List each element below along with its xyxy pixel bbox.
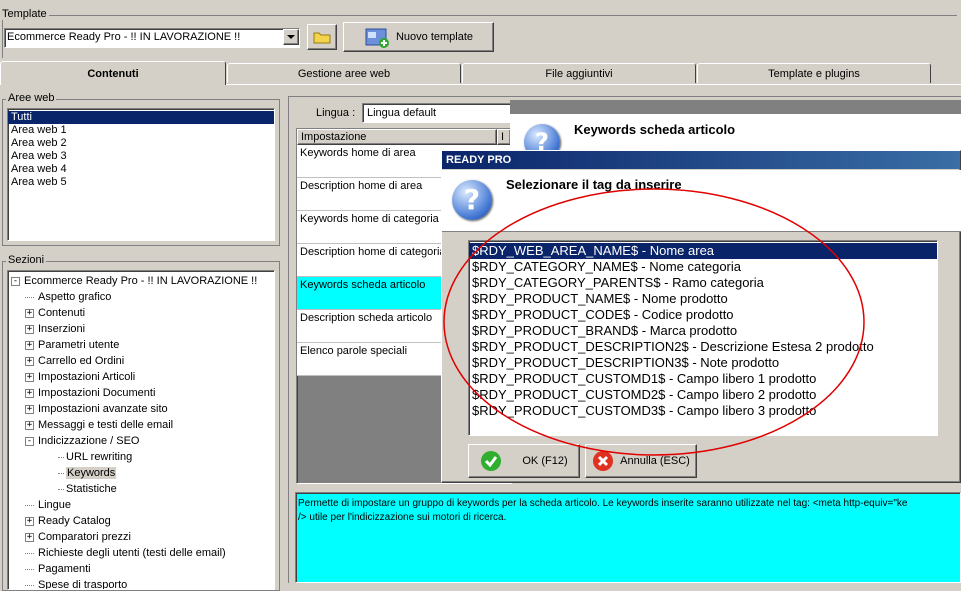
expand-icon[interactable]: + xyxy=(25,404,34,414)
aree-web-group: Aree web Tutti Area web 1 Area web 2 Are… xyxy=(2,92,280,246)
tree-item[interactable]: - Indicizzazione / SEO xyxy=(25,433,140,449)
annotation-ellipse xyxy=(443,188,865,456)
tree-item-label: Inserzioni xyxy=(38,323,86,335)
sezioni-group: Sezioni - Ecommerce Ready Pro - !! IN LAV… xyxy=(2,254,280,591)
expand-icon[interactable]: + xyxy=(25,340,34,350)
tree-item[interactable]: + Impostazioni Documenti xyxy=(25,385,155,401)
aree-web-list[interactable]: Tutti Area web 1 Area web 2 Area web 3 A… xyxy=(7,108,275,241)
tree-root[interactable]: - Ecommerce Ready Pro - !! IN LAVORAZIONE… xyxy=(11,273,257,289)
tree-connector xyxy=(25,568,34,570)
tree-item-label: Indicizzazione / SEO xyxy=(38,435,140,447)
description-text-2: /> utile per l'indicizzazione sui motori… xyxy=(298,512,507,523)
chevron-down-icon[interactable] xyxy=(283,29,299,45)
tree-item[interactable]: + Inserzioni xyxy=(25,321,85,337)
new-template-label: Nuovo template xyxy=(395,31,474,43)
tree-item-label: Richieste degli utenti (testi delle emai… xyxy=(38,547,226,559)
new-template-icon xyxy=(365,28,389,48)
expand-icon[interactable]: + xyxy=(25,324,34,334)
tree-connector xyxy=(58,488,64,490)
tree-item[interactable]: + Impostazioni avanzate sito xyxy=(25,401,168,417)
tree-item-label: Aspetto grafico xyxy=(38,291,112,303)
tree-item-label: Pagamenti xyxy=(38,563,91,575)
tree-item[interactable]: Pagamenti xyxy=(25,561,91,577)
tab-file-aggiuntivi[interactable]: File aggiuntivi xyxy=(462,63,696,83)
list-item[interactable]: Area web 3 xyxy=(8,150,274,163)
tab-template-e-plugins[interactable]: Template e plugins xyxy=(697,63,931,83)
expand-icon[interactable]: + xyxy=(25,516,34,526)
tree-item[interactable]: + Parametri utente xyxy=(25,337,119,353)
folder-icon xyxy=(313,32,331,44)
tab-contenuti[interactable]: Contenuti xyxy=(0,61,226,85)
new-template-button[interactable]: Nuovo template xyxy=(343,22,494,52)
grid-header: Impostazione xyxy=(297,129,497,145)
expand-icon[interactable]: + xyxy=(25,372,34,382)
tree-item[interactable]: + Contenuti xyxy=(25,305,85,321)
tree-item-label: Carrello ed Ordini xyxy=(38,355,125,367)
tree-item-label: Keywords xyxy=(66,467,117,479)
dialog-titlebar: READY PRO xyxy=(442,151,960,169)
list-item[interactable]: Area web 1 xyxy=(8,124,274,137)
tree-item[interactable]: Lingue xyxy=(25,497,71,513)
list-item[interactable]: Area web 2 xyxy=(8,137,274,150)
expand-icon[interactable]: + xyxy=(25,308,34,318)
tree-item-label: Statistiche xyxy=(66,483,117,495)
tree-item[interactable]: + Comparatori prezzi xyxy=(25,529,131,545)
expand-icon[interactable]: + xyxy=(25,420,34,430)
tree-connector xyxy=(25,584,34,586)
tree-item-label: Messaggi e testi delle email xyxy=(38,419,174,431)
back-dialog: ? Keywords scheda articolo xyxy=(510,100,961,160)
template-select[interactable]: Ecommerce Ready Pro - !! IN LAVORAZIONE … xyxy=(4,28,300,48)
tab-gestione-aree-web[interactable]: Gestione aree web xyxy=(227,63,461,83)
collapse-icon[interactable]: - xyxy=(25,436,34,446)
tree-item[interactable]: Richieste degli utenti (testi delle emai… xyxy=(25,545,226,561)
description-text: Permette di impostare un gruppo di keywo… xyxy=(298,498,908,509)
tree-item[interactable]: Keywords xyxy=(58,465,117,481)
tree-item-label: Comparatori prezzi xyxy=(38,531,131,543)
tree-connector xyxy=(25,296,34,298)
tree-connector xyxy=(25,504,34,506)
tree-item-label: Impostazioni avanzate sito xyxy=(38,403,168,415)
expand-icon[interactable]: + xyxy=(25,388,34,398)
expand-icon[interactable]: + xyxy=(25,532,34,542)
tree-item[interactable]: + Messaggi e testi delle email xyxy=(25,417,173,433)
template-select-value: Ecommerce Ready Pro - !! IN LAVORAZIONE … xyxy=(7,31,241,43)
tree-item[interactable]: + Ready Catalog xyxy=(25,513,111,529)
tree-item-label: Spese di trasporto xyxy=(38,579,128,590)
description-area: Permette di impostare un gruppo di keywo… xyxy=(295,492,961,583)
tree-item[interactable]: Aspetto grafico xyxy=(25,289,111,305)
tree-item-label: Impostazioni Documenti xyxy=(38,387,156,399)
tree-item-label: Lingue xyxy=(38,499,72,511)
tree-connector xyxy=(58,456,64,458)
tree-item[interactable]: Statistiche xyxy=(58,481,117,497)
back-dialog-title: Keywords scheda articolo xyxy=(574,122,736,137)
grid-header-2: I xyxy=(497,129,511,145)
tree-item[interactable]: + Impostazioni Articoli xyxy=(25,369,135,385)
template-group-label: Template xyxy=(0,8,49,20)
tree-item-label: Ready Catalog xyxy=(38,515,111,527)
sezioni-tree[interactable]: - Ecommerce Ready Pro - !! IN LAVORAZIONE… xyxy=(7,270,275,590)
tree-item[interactable]: URL rewriting xyxy=(58,449,132,465)
open-folder-button[interactable] xyxy=(307,24,337,50)
tree-connector xyxy=(58,472,64,474)
tree-item-label: Contenuti xyxy=(38,307,86,319)
tree-item-label: Impostazioni Articoli xyxy=(38,371,136,383)
aree-web-label: Aree web xyxy=(6,92,57,104)
sezioni-label: Sezioni xyxy=(6,254,47,266)
expand-icon[interactable]: + xyxy=(25,356,34,366)
lingua-label: Lingua : xyxy=(316,107,356,119)
collapse-icon[interactable]: - xyxy=(11,276,20,286)
list-item[interactable]: Tutti xyxy=(8,111,274,124)
list-item[interactable]: Area web 5 xyxy=(8,176,274,189)
list-item[interactable]: Area web 4 xyxy=(8,163,274,176)
tree-item[interactable]: Spese di trasporto xyxy=(25,577,128,590)
tree-item-label: Parametri utente xyxy=(38,339,120,351)
tree-item[interactable]: + Carrello ed Ordini xyxy=(25,353,124,369)
tree-connector xyxy=(25,552,34,554)
tree-item-label: URL rewriting xyxy=(66,451,133,463)
lingua-select[interactable]: Lingua default xyxy=(362,103,512,123)
